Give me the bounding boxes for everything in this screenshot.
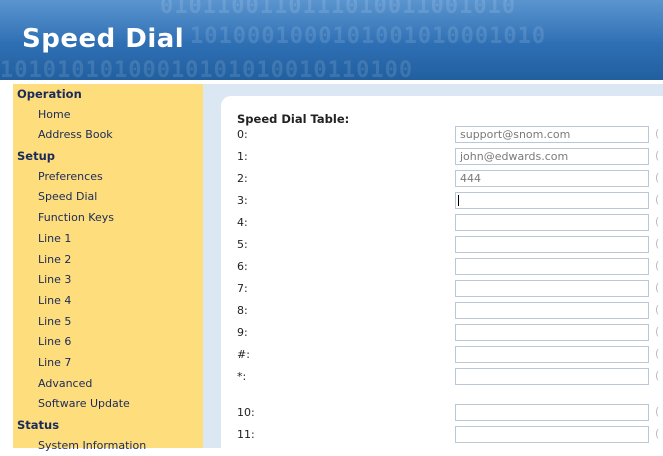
nav-item-advanced[interactable]: Advanced: [13, 374, 203, 395]
speed-dial-row-label: 5:: [237, 238, 248, 251]
speed-dial-entry-input[interactable]: [455, 214, 649, 231]
speed-dial-entry-input[interactable]: [455, 280, 649, 297]
speed-dial-entry-input[interactable]: support@snom.com: [455, 126, 649, 143]
speed-dial-entry-input[interactable]: [455, 426, 649, 443]
nav-item-line-3[interactable]: Line 3: [13, 270, 203, 291]
speed-dial-row-label: 7:: [237, 282, 248, 295]
row-edge-fragment: (: [655, 127, 660, 140]
sidebar: Operation Home Address Book Setup Prefer…: [13, 84, 203, 452]
speed-dial-row-label: 6:: [237, 260, 248, 273]
speed-dial-entry-input[interactable]: [455, 192, 649, 209]
nav-item-software-update[interactable]: Software Update: [13, 394, 203, 415]
row-edge-fragment: (: [655, 237, 660, 250]
speed-dial-entry-input[interactable]: [455, 324, 649, 341]
nav-item-speed-dial[interactable]: Speed Dial: [13, 187, 203, 208]
nav-item-line-2[interactable]: Line 2: [13, 250, 203, 271]
speed-dial-entry-input[interactable]: [455, 258, 649, 275]
row-edge-fragment: (: [655, 427, 660, 440]
row-edge-fragment: (: [655, 193, 660, 206]
nav-item-system-information[interactable]: System Information: [13, 436, 203, 456]
binary-pattern-decoration: 10101010100010101010010110100: [0, 58, 414, 80]
speed-dial-entry-input[interactable]: john@edwards.com: [455, 148, 649, 165]
speed-dial-entry-input[interactable]: [455, 302, 649, 319]
nav-item-line-5[interactable]: Line 5: [13, 312, 203, 333]
nav-section-operation: Operation: [17, 87, 82, 101]
speed-dial-entry-input[interactable]: 444: [455, 170, 649, 187]
nav-item-line-6[interactable]: Line 6: [13, 332, 203, 353]
speed-dial-row-label: 9:: [237, 326, 248, 339]
speed-dial-row-label: 1:: [237, 150, 248, 163]
nav-item-line-7[interactable]: Line 7: [13, 353, 203, 374]
row-edge-fragment: (: [655, 303, 660, 316]
row-edge-fragment: (: [655, 149, 660, 162]
binary-pattern-decoration: 1010001000101001010001010: [190, 24, 547, 49]
row-edge-fragment: (: [655, 259, 660, 272]
nav-item-function-keys[interactable]: Function Keys: [13, 208, 203, 229]
speed-dial-row-label: 3:: [237, 194, 248, 207]
speed-dial-row-label: #:: [237, 348, 250, 361]
row-edge-fragment: (: [655, 347, 660, 360]
nav-item-line-1[interactable]: Line 1: [13, 229, 203, 250]
nav-item-preferences[interactable]: Preferences: [13, 167, 203, 188]
speed-dial-row-label: 0:: [237, 128, 248, 141]
speed-dial-row-label: *:: [237, 370, 247, 383]
nav-item-address-book[interactable]: Address Book: [13, 125, 203, 146]
speed-dial-entry-input[interactable]: [455, 346, 649, 363]
speed-dial-entry-input[interactable]: [455, 404, 649, 421]
row-edge-fragment: (: [655, 171, 660, 184]
row-edge-fragment: (: [655, 405, 660, 418]
speed-dial-row-label: 8:: [237, 304, 248, 317]
speed-dial-row-label: 10:: [237, 406, 255, 419]
header-banner: 0101100110111010011001010 10100010001010…: [0, 0, 663, 80]
speed-dial-row-label: 4:: [237, 216, 248, 229]
speed-dial-entry-input[interactable]: [455, 368, 649, 385]
page-title: Speed Dial: [22, 24, 185, 54]
row-edge-fragment: (: [655, 369, 660, 382]
speed-dial-row-label: 11:: [237, 428, 255, 441]
row-edge-fragment: (: [655, 215, 660, 228]
speed-dial-table-title: Speed Dial Table:: [237, 112, 350, 126]
nav-item-line-4[interactable]: Line 4: [13, 291, 203, 312]
row-edge-fragment: (: [655, 281, 660, 294]
nav-section-status: Status: [17, 418, 60, 432]
binary-pattern-decoration: 0101100110111010011001010: [160, 0, 517, 19]
speed-dial-entry-input[interactable]: [455, 236, 649, 253]
nav-section-setup: Setup: [17, 149, 55, 164]
speed-dial-row-label: 2:: [237, 172, 248, 185]
nav-item-home[interactable]: Home: [13, 105, 203, 126]
row-edge-fragment: (: [655, 325, 660, 338]
